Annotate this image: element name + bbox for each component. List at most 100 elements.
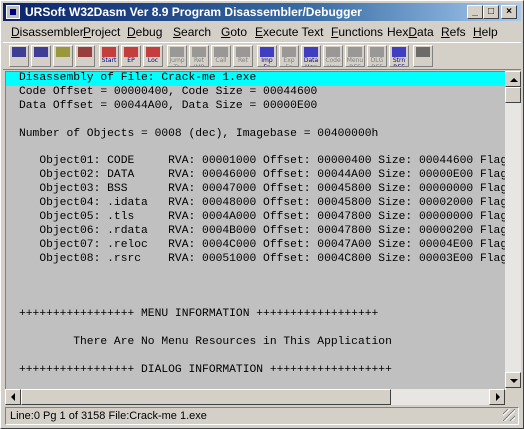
status-bar: Line:0 Pg 1 of 3158 File:Crack-me 1.exe (5, 407, 519, 425)
listing-line[interactable]: +++++++++++++++++ MENU INFORMATION +++++… (6, 308, 505, 322)
printer-button[interactable] (413, 45, 433, 67)
data-hex-icon (304, 47, 318, 57)
horizontal-scrollbar[interactable] (5, 389, 505, 405)
menu-execute-text[interactable]: Execute Text (255, 25, 324, 39)
listing-line[interactable]: Object03: BSS RVA: 00047000 Offset: 0004… (6, 183, 505, 197)
return-from-jump-icon (192, 47, 206, 57)
listing-line[interactable]: Number of Objects = 0008 (dec), Imagebas… (6, 128, 505, 142)
listing-line[interactable] (6, 350, 505, 364)
listing-line[interactable]: There Are No Menu Resources in This Appl… (6, 336, 505, 350)
open-file-button[interactable] (9, 45, 29, 67)
listing-line[interactable]: Object08: .rsrc RVA: 00051000 Offset: 00… (6, 253, 505, 267)
dialog-ref-button[interactable]: DLG REF (367, 45, 387, 67)
listing-line[interactable]: Object01: CODE RVA: 00001000 Offset: 000… (6, 155, 505, 169)
goto-ep-button[interactable]: EP (121, 45, 141, 67)
execute-call-icon (214, 47, 228, 57)
save-file-button[interactable] (31, 45, 51, 67)
minimize-button[interactable]: _ (467, 5, 483, 19)
flashlight-icon (78, 47, 92, 57)
code-hex-button[interactable]: Code Hex (323, 45, 343, 67)
string-ref-button[interactable]: Strn REF (389, 45, 409, 67)
listing-line[interactable]: Object04: .idata RVA: 00048000 Offset: 0… (6, 197, 505, 211)
toolbar-button-label: Loc (147, 57, 159, 64)
menu-search[interactable]: Search (173, 25, 211, 39)
return-from-call-icon (236, 47, 250, 57)
toolbar-button-label: Strn REF (392, 57, 406, 66)
resize-grip[interactable] (503, 409, 515, 421)
scroll-left-button[interactable] (5, 389, 21, 405)
window-title: URSoft W32Dasm Ver 8.9 Program Disassemb… (25, 5, 362, 19)
menu-help[interactable]: Help (473, 25, 498, 39)
print-icon (56, 47, 70, 57)
menu-goto[interactable]: Goto (221, 25, 247, 39)
menu-disassembler[interactable]: Disassembler (11, 25, 84, 39)
flashlight-button[interactable] (75, 45, 95, 67)
horizontal-scroll-thumb[interactable] (21, 389, 391, 405)
listing-line[interactable] (6, 114, 505, 128)
toolbar-button-label: Ret (238, 57, 248, 64)
main-window: URSoft W32Dasm Ver 8.9 Program Disassemb… (0, 0, 524, 429)
listing-line[interactable] (6, 322, 505, 336)
listing-line[interactable] (6, 266, 505, 280)
execute-call-button[interactable]: Call (211, 45, 231, 67)
exports-icon (282, 47, 296, 57)
scroll-right-button[interactable] (489, 389, 505, 405)
vertical-scroll-thumb[interactable] (505, 87, 521, 103)
exports-button[interactable]: Exp Fn (279, 45, 299, 67)
toolbar-button-label: Imp Fn (261, 57, 273, 66)
listing-line[interactable]: Object07: .reloc RVA: 0004C000 Offset: 0… (6, 239, 505, 253)
goto-code-location-button[interactable]: Loc (143, 45, 163, 67)
toolbar-button-label: DLG REF (370, 57, 384, 66)
disassembly-listing: Disassembly of File: Crack-me 1.exe Code … (6, 72, 505, 389)
save-file-icon (34, 47, 48, 57)
disassembly-view[interactable]: Disassembly of File: Crack-me 1.exe Code … (5, 71, 506, 390)
goto-start-icon (102, 47, 116, 57)
toolbar-button-label: Menu REF (346, 57, 364, 66)
menu-ref-button[interactable]: Menu REF (345, 45, 365, 67)
menu-hexdata[interactable]: HexData (387, 25, 434, 39)
print-button[interactable] (53, 45, 73, 67)
dialog-ref-icon (370, 47, 384, 57)
goto-code-location-icon (146, 47, 160, 57)
listing-line[interactable]: +++++++++++++++++ DIALOG INFORMATION +++… (6, 364, 505, 378)
scroll-down-button[interactable] (505, 372, 521, 388)
title-bar[interactable]: URSoft W32Dasm Ver 8.9 Program Disassemb… (3, 3, 521, 21)
listing-line[interactable]: Code Offset = 00000400, Code Size = 0004… (6, 86, 505, 100)
toolbar-button-label: Start (101, 57, 117, 64)
goto-start-button[interactable]: Start (99, 45, 119, 67)
vertical-scrollbar[interactable] (505, 71, 521, 388)
listing-line[interactable]: Object05: .tls RVA: 0004A000 Offset: 000… (6, 211, 505, 225)
menu-refs[interactable]: Refs (441, 25, 466, 39)
menu-project[interactable]: Project (83, 25, 120, 39)
close-button[interactable]: × (501, 5, 517, 19)
listing-line[interactable]: Object06: .rdata RVA: 0004B000 Offset: 0… (6, 225, 505, 239)
listing-line[interactable] (6, 141, 505, 155)
maximize-button[interactable]: □ (483, 5, 499, 19)
toolbar-button-label: EP (127, 57, 135, 64)
toolbar-button-label: Ret JMP (194, 57, 205, 66)
toolbar: Start EP Loc Jump To Ret JMP Call Ret Imp Fn Exp… (3, 42, 521, 70)
listing-line[interactable] (6, 280, 505, 294)
status-text: Line:0 Pg 1 of 3158 File:Crack-me 1.exe (10, 410, 207, 422)
toolbar-button-label: Code Hex (325, 57, 341, 66)
selected-listing-line[interactable]: Disassembly of File: Crack-me 1.exe (6, 72, 505, 86)
open-file-icon (12, 47, 26, 57)
toolbar-button-label: Call (215, 57, 227, 64)
app-icon[interactable] (6, 5, 20, 19)
menu-functions[interactable]: Functions (331, 25, 383, 39)
toolbar-button-label: Data Hex (303, 57, 319, 66)
listing-line[interactable]: Data Offset = 00044A00, Data Size = 0000… (6, 100, 505, 114)
imports-button[interactable]: Imp Fn (257, 45, 277, 67)
code-hex-icon (326, 47, 340, 57)
printer-icon (416, 47, 430, 57)
data-hex-button[interactable]: Data Hex (301, 45, 321, 67)
listing-line[interactable] (6, 294, 505, 308)
scroll-up-button[interactable] (505, 71, 521, 87)
return-from-call-button[interactable]: Ret (233, 45, 253, 67)
return-from-jump-button[interactable]: Ret JMP (189, 45, 209, 67)
menu-debug[interactable]: Debug (127, 25, 162, 39)
imports-icon (260, 47, 274, 57)
listing-line[interactable]: Object02: DATA RVA: 00046000 Offset: 000… (6, 169, 505, 183)
menu-ref-icon (348, 47, 362, 57)
jump-to-button[interactable]: Jump To (167, 45, 187, 67)
